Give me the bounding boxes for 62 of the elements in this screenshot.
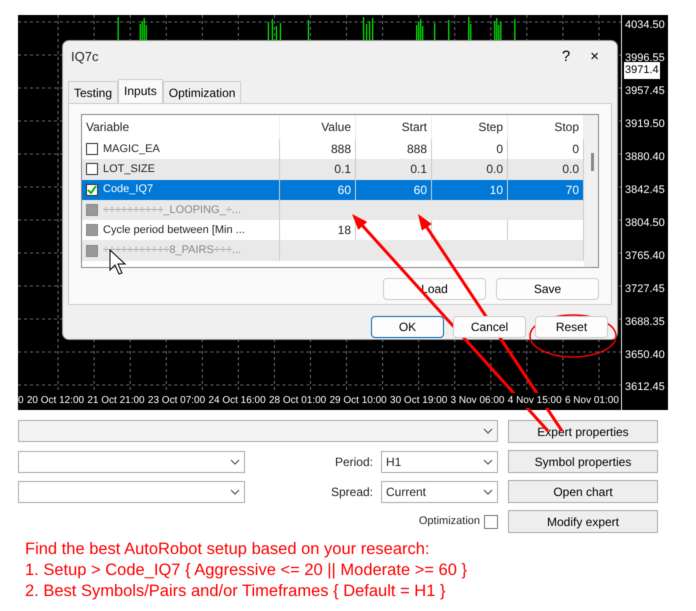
variable-name: Code_IQ7	[103, 182, 154, 198]
price-label: 3650.40	[625, 348, 666, 363]
tab[interactable]: Testing	[68, 81, 118, 104]
price-label: 3842.45	[625, 182, 666, 198]
window-title: IQ7c	[71, 48, 98, 66]
price-label: 3688.35	[625, 314, 666, 330]
price-label: 3804.50	[625, 216, 666, 231]
column-header: Value	[280, 115, 356, 139]
separator-label: ÷÷÷÷÷÷÷÷÷÷_LOOPING_÷...	[103, 202, 241, 218]
chevron-down-icon	[483, 458, 493, 464]
chevron-down-icon	[230, 458, 240, 464]
checkbox[interactable]	[484, 514, 498, 528]
panel-button[interactable]: Symbol properties	[508, 450, 658, 473]
variable-name: MAGIC_EA	[103, 142, 160, 157]
dropdown-value: Current	[386, 484, 426, 500]
checkbox[interactable]	[86, 163, 98, 176]
expert-dropdown[interactable]	[18, 420, 498, 442]
close-button[interactable]: ×	[580, 46, 609, 68]
action-button[interactable]: Save	[496, 278, 599, 300]
dropdown[interactable]: H1	[381, 450, 498, 472]
dialog-button[interactable]: Cancel	[453, 316, 526, 338]
scrollbar[interactable]	[584, 115, 598, 267]
price-label: 3880.40	[625, 150, 666, 165]
dialog-button[interactable]: Reset	[535, 316, 608, 338]
field-label: Period:	[334, 454, 373, 470]
checkbox[interactable]	[86, 143, 98, 156]
column-header: Variable	[82, 115, 280, 139]
dialog-button[interactable]: OK	[371, 316, 444, 338]
current-price-label: 3971.4	[624, 62, 660, 78]
variable-name: LOT_SIZE	[103, 162, 155, 178]
column-header: Start	[356, 115, 432, 139]
chevron-down-icon	[483, 428, 493, 434]
annotation-text: Find the best AutoRobot setup based on your research:	[25, 539, 431, 560]
checkbox[interactable]	[86, 184, 98, 196]
dropdown[interactable]: Current	[381, 480, 498, 502]
price-label: 3765.40	[625, 248, 666, 264]
price-label: 3919.50	[625, 116, 666, 132]
separator-label: ÷÷÷÷÷÷÷÷÷÷÷8_PAIRS÷÷÷...	[103, 243, 242, 258]
chevron-down-icon	[230, 488, 240, 494]
panel-button[interactable]: Open chart	[508, 480, 658, 503]
chevron-down-icon	[483, 488, 493, 494]
field-label: Spread:	[330, 484, 373, 500]
variable-name: Cycle period between [Min ...	[103, 223, 245, 238]
help-button[interactable]: ?	[552, 46, 580, 68]
column-header: Step	[432, 115, 508, 139]
price-label: 3612.45	[625, 380, 666, 396]
checkbox-label: Optimization	[418, 514, 480, 530]
annotation-text: 2. Best Symbols/Pairs and/or Timeframes { Default = H1 }	[25, 581, 446, 602]
price-label: 3727.45	[625, 282, 666, 297]
price-label: 3996.55	[625, 50, 666, 65]
tab[interactable]: Inputs	[118, 79, 163, 104]
modify-expert-button[interactable]: Modify expert	[508, 510, 658, 533]
time-label: 4 Nov 15:00	[508, 393, 562, 408]
price-label: 4034.50	[625, 18, 666, 33]
annotation-text: 1. Setup > Code_IQ7 { Aggressive <= 20 || Moderate >= 60 }	[25, 560, 468, 581]
dropdown-value: H1	[386, 454, 402, 470]
dropdown[interactable]	[18, 450, 245, 472]
scroll-thumb[interactable]	[591, 153, 594, 171]
tab[interactable]: Optimization	[162, 81, 242, 104]
table-row[interactable]: Code_IQ7 60 60 10 70	[82, 180, 584, 200]
dropdown[interactable]	[18, 480, 245, 502]
price-label: 3957.45	[625, 84, 666, 99]
